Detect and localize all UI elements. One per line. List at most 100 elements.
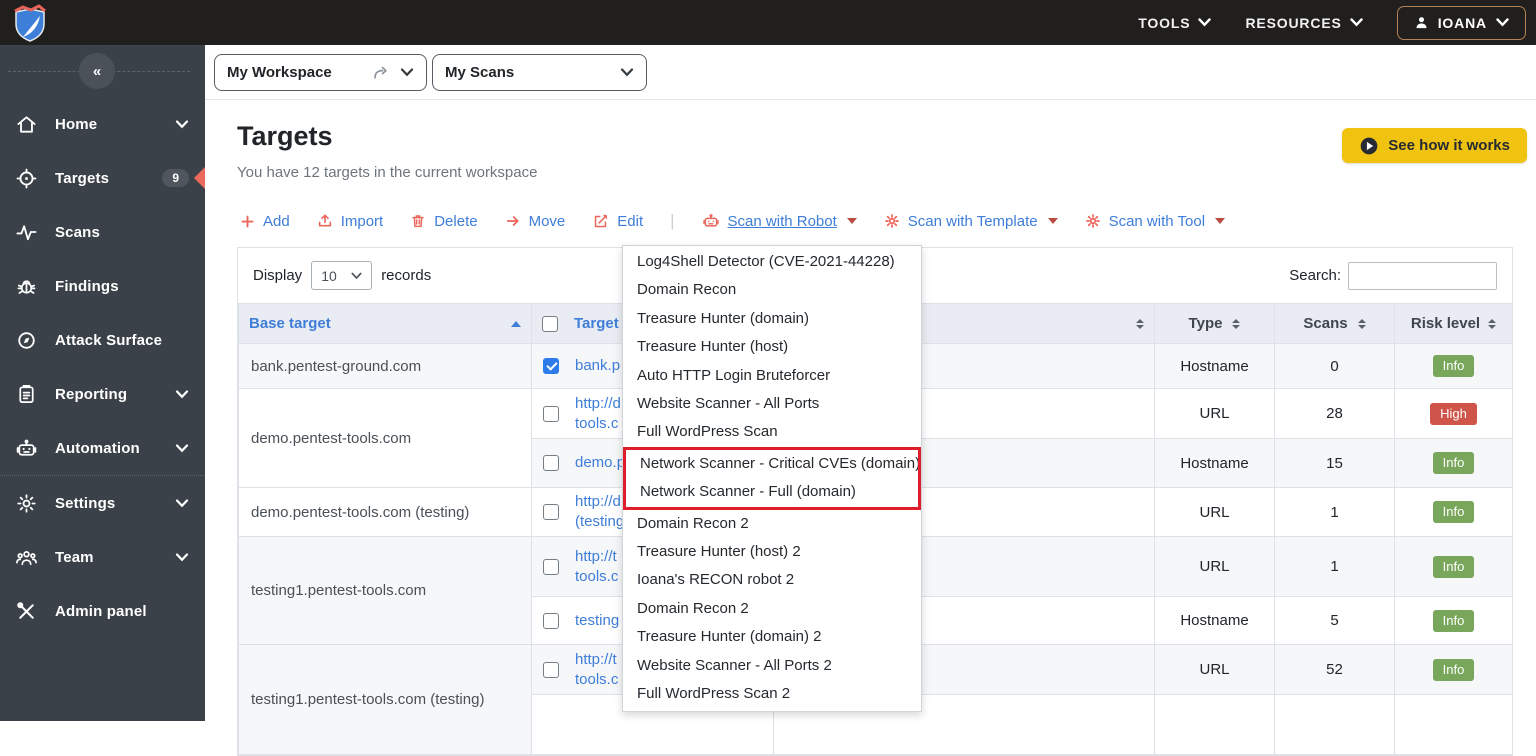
workspace-selector[interactable]: My Workspace — [214, 53, 427, 91]
menu-item[interactable]: Domain Recon 2 — [623, 510, 921, 538]
scan-with-template-label: Scan with Template — [907, 212, 1038, 230]
search-input[interactable] — [1348, 261, 1497, 290]
menu-item[interactable]: Domain Recon — [623, 276, 921, 304]
page-size-select[interactable]: 10 — [311, 261, 373, 290]
base-target-cell: testing1.pentest-tools.com (testing) — [238, 644, 532, 755]
sidebar-item-settings[interactable]: Settings — [0, 476, 205, 530]
scans-cell: 1 — [1274, 536, 1395, 597]
scans-cell: 5 — [1274, 596, 1395, 645]
sidebar-item-label: Findings — [55, 277, 119, 295]
type-cell — [1154, 694, 1275, 755]
menu-item[interactable]: Treasure Hunter (domain) 2 — [623, 623, 921, 651]
menu-item[interactable]: Website Scanner - All Ports — [623, 390, 921, 418]
add-button[interactable]: Add — [240, 213, 290, 230]
row-checkbox[interactable] — [543, 661, 559, 678]
sidebar-item-reporting[interactable]: Reporting — [0, 367, 205, 421]
row-checkbox[interactable] — [543, 358, 559, 374]
target-link[interactable]: tools.c — [575, 567, 618, 587]
target-link[interactable]: demo.p — [575, 453, 625, 473]
sidebar-item-team[interactable]: Team — [0, 530, 205, 584]
import-button[interactable]: Import — [317, 213, 383, 230]
row-checkbox[interactable] — [543, 558, 559, 575]
risk-badge: High — [1430, 402, 1477, 425]
arrow-right-icon — [506, 216, 519, 226]
app-logo-icon[interactable] — [10, 3, 50, 43]
sidebar-collapse-button[interactable]: « — [79, 53, 115, 89]
base-target-cell: testing1.pentest-tools.com — [238, 536, 532, 645]
tools-icon — [14, 599, 38, 623]
toolbar-divider: | — [670, 211, 675, 230]
menu-item[interactable]: Ioana's RECON robot 2 — [623, 566, 921, 594]
sidebar-item-scans[interactable]: Scans — [0, 205, 205, 259]
target-link[interactable]: bank.p — [575, 356, 620, 376]
scans-cell: 1 — [1274, 487, 1395, 537]
trash-icon — [412, 215, 424, 228]
topnav-tools[interactable]: TOOLS — [1138, 15, 1212, 31]
menu-item[interactable]: Treasure Hunter (host) — [623, 333, 921, 361]
menu-item-highlighted[interactable]: Network Scanner - Full (domain) — [626, 478, 918, 506]
page-title: Targets — [237, 121, 333, 151]
row-checkbox[interactable] — [543, 612, 559, 629]
target-link[interactable]: http://d — [575, 394, 621, 414]
risk-badge: Info — [1432, 609, 1475, 632]
menu-item[interactable]: Full WordPress Scan 2 — [623, 680, 921, 708]
scans-selector-value: My Scans — [445, 63, 515, 81]
highlight-box: Network Scanner - Critical CVEs (domain)… — [623, 446, 921, 510]
target-link[interactable]: http://d — [575, 492, 624, 512]
see-how-it-works-button[interactable]: See how it works — [1342, 128, 1527, 163]
target-link[interactable]: tools.c — [575, 670, 618, 690]
menu-item[interactable]: Domain Recon 2 — [623, 595, 921, 623]
target-link[interactable]: http://t — [575, 650, 618, 670]
user-menu[interactable]: IOANA — [1396, 5, 1526, 40]
risk-cell: Info — [1394, 487, 1513, 537]
page-size-value: 10 — [321, 267, 337, 284]
pulse-icon — [14, 220, 38, 244]
chevron-down-icon — [351, 272, 362, 279]
sidebar-item-home[interactable]: Home — [0, 97, 205, 151]
share-arrow-icon — [374, 66, 387, 79]
delete-button[interactable]: Delete — [410, 213, 478, 230]
sidebar-item-automation[interactable]: Automation — [0, 421, 205, 475]
sidebar-item-targets[interactable]: Targets 9 — [0, 151, 205, 205]
sidebar-item-attack-surface[interactable]: Attack Surface — [0, 313, 205, 367]
menu-item[interactable]: Log4Shell Detector (CVE-2021-44228) — [623, 248, 921, 276]
edit-button[interactable]: Edit — [592, 213, 643, 230]
header-scans[interactable]: Scans — [1274, 303, 1395, 344]
scan-with-robot-label: Scan with Robot — [727, 212, 837, 230]
menu-item-highlighted[interactable]: Network Scanner - Critical CVEs (domain) — [626, 450, 918, 478]
scan-with-template-button[interactable]: Scan with Template — [884, 213, 1058, 230]
sidebar-item-findings[interactable]: Findings — [0, 259, 205, 313]
scans-selector[interactable]: My Scans — [432, 53, 647, 91]
scan-robot-dropdown-menu: Log4Shell Detector (CVE-2021-44228) Doma… — [622, 245, 922, 712]
risk-cell: Info — [1394, 536, 1513, 597]
menu-item[interactable]: Auto HTTP Login Bruteforcer — [623, 362, 921, 390]
sidebar-item-admin-panel[interactable]: Admin panel — [0, 584, 205, 638]
menu-item[interactable]: Treasure Hunter (domain) — [623, 305, 921, 333]
move-button[interactable]: Move — [505, 213, 565, 230]
home-icon — [14, 112, 38, 136]
target-link[interactable]: http://t — [575, 547, 618, 567]
row-checkbox[interactable] — [543, 504, 559, 520]
scans-cell — [1274, 694, 1395, 755]
risk-cell: Info — [1394, 438, 1513, 488]
header-base-target[interactable]: Base target — [238, 303, 532, 344]
sidebar-item-label: Automation — [55, 439, 140, 457]
scan-with-robot-button[interactable]: Scan with Robot — [702, 212, 857, 230]
base-target-cell: demo.pentest-tools.com (testing) — [238, 487, 532, 537]
header-type[interactable]: Type — [1154, 303, 1275, 344]
select-all-checkbox[interactable] — [542, 315, 558, 332]
header-risk-level[interactable]: Risk level — [1394, 303, 1513, 344]
target-link[interactable]: (testing — [575, 512, 624, 532]
topnav-resources[interactable]: RESOURCES — [1245, 15, 1363, 31]
plus-icon — [241, 215, 254, 227]
menu-item[interactable]: Treasure Hunter (host) 2 — [623, 538, 921, 566]
base-target-cell: bank.pentest-ground.com — [238, 343, 532, 389]
menu-item[interactable]: Full WordPress Scan — [623, 418, 921, 446]
target-link[interactable]: tools.c — [575, 414, 621, 434]
type-cell: Hostname — [1154, 343, 1275, 389]
menu-item[interactable]: Website Scanner - All Ports 2 — [623, 652, 921, 680]
row-checkbox[interactable] — [543, 455, 559, 471]
scan-with-tool-button[interactable]: Scan with Tool — [1085, 213, 1226, 230]
target-link[interactable]: testing — [575, 611, 619, 631]
row-checkbox[interactable] — [543, 405, 559, 422]
